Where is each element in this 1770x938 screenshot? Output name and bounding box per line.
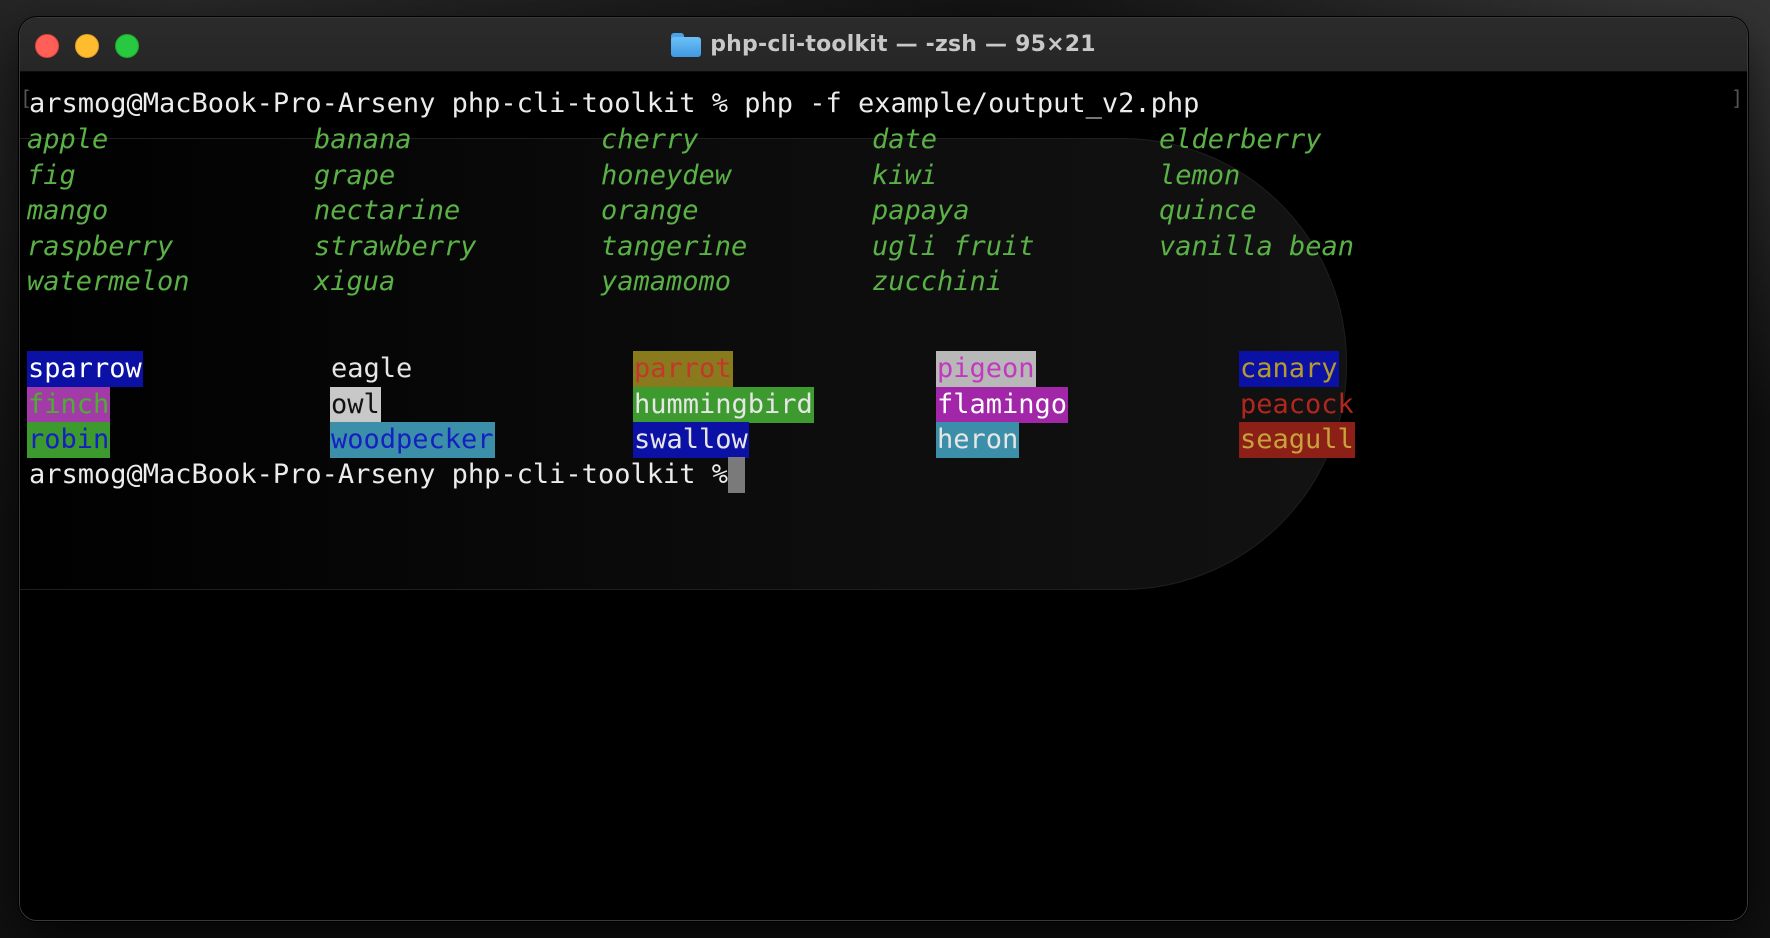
terminal-content[interactable]: [ ] arsmog@MacBook-Pro-Arseny php-cli-to… bbox=[20, 72, 1747, 920]
shell-prompt: arsmog@MacBook-Pro-Arseny php-cli-toolki… bbox=[29, 459, 745, 490]
window-title: php-cli-toolkit — -zsh — 95×21 bbox=[710, 32, 1096, 57]
bird-item: canary bbox=[1239, 351, 1339, 387]
fruit-item: tangerine bbox=[601, 230, 748, 262]
fruit-item: lemon bbox=[1159, 159, 1241, 191]
bird-item: pigeon bbox=[936, 351, 1036, 387]
fruit-item: kiwi bbox=[872, 159, 938, 191]
bird-label: heron bbox=[936, 422, 1020, 458]
bird-label: flamingo bbox=[936, 386, 1069, 423]
bird-item: parrot bbox=[633, 351, 733, 387]
bird-item: eagle bbox=[330, 351, 413, 387]
bird-item: peacock bbox=[1239, 387, 1355, 423]
fruit-item: elderberry bbox=[1159, 124, 1322, 155]
bird-item: sparrow bbox=[27, 351, 143, 387]
fruit-item: quince bbox=[1159, 195, 1257, 226]
bird-label: peacock bbox=[1240, 388, 1354, 420]
bird-label: robin bbox=[27, 422, 111, 458]
bird-item: hummingbird bbox=[633, 386, 814, 423]
bird-item: heron bbox=[936, 422, 1020, 458]
bird-label: parrot bbox=[633, 351, 733, 387]
fruit-item: cherry bbox=[601, 124, 699, 155]
text-cursor bbox=[728, 457, 745, 493]
fruit-item: banana bbox=[314, 124, 412, 155]
fruit-item: zucchini bbox=[872, 266, 1003, 297]
bird-item: swallow bbox=[633, 422, 749, 458]
command-line: arsmog@MacBook-Pro-Arseny php-cli-toolki… bbox=[29, 88, 1200, 119]
bird-label: sparrow bbox=[27, 351, 143, 387]
bird-label: swallow bbox=[633, 422, 749, 458]
title-bar[interactable]: php-cli-toolkit — -zsh — 95×21 bbox=[20, 18, 1747, 72]
bird-label: pigeon bbox=[936, 351, 1036, 387]
fruit-item: date bbox=[872, 124, 938, 155]
fruit-item: orange bbox=[601, 195, 699, 226]
bird-label: owl bbox=[330, 386, 381, 423]
fruit-item: nectarine bbox=[314, 195, 461, 226]
bird-item: seagull bbox=[1239, 422, 1355, 458]
bird-label: woodpecker bbox=[330, 422, 495, 458]
bird-label: eagle bbox=[331, 353, 413, 384]
window-title-group: php-cli-toolkit — -zsh — 95×21 bbox=[20, 18, 1747, 71]
fruit-item: yamamomo bbox=[601, 266, 732, 297]
fruit-item: strawberry bbox=[314, 230, 477, 262]
fruit-item: xigua bbox=[314, 266, 396, 297]
bird-item: woodpecker bbox=[330, 422, 495, 458]
bird-item: flamingo bbox=[936, 386, 1069, 423]
fruit-item: honeydew bbox=[601, 159, 732, 191]
folder-icon bbox=[671, 32, 702, 57]
bird-label: canary bbox=[1239, 351, 1339, 387]
fruit-item: papaya bbox=[872, 195, 970, 226]
fruit-item: mango bbox=[27, 195, 109, 226]
bird-label: finch bbox=[27, 386, 111, 423]
fruit-item: raspberry bbox=[27, 230, 174, 262]
fruit-item: apple bbox=[27, 124, 109, 155]
terminal-window[interactable]: php-cli-toolkit — -zsh — 95×21 [ ] arsmo… bbox=[19, 17, 1748, 921]
bird-item: finch bbox=[27, 386, 111, 423]
bird-item: owl bbox=[330, 386, 381, 423]
bird-label: hummingbird bbox=[633, 386, 814, 423]
fruit-item: grape bbox=[314, 159, 396, 191]
fruit-item: watermelon bbox=[27, 266, 190, 297]
fruit-item: ugli fruit bbox=[872, 230, 1035, 262]
fruit-item: fig bbox=[27, 159, 76, 191]
bird-label: seagull bbox=[1239, 422, 1355, 458]
mark-right-bracket: ] bbox=[1730, 86, 1743, 110]
fruit-item: vanilla bean bbox=[1159, 230, 1355, 262]
bird-item: robin bbox=[27, 422, 111, 458]
